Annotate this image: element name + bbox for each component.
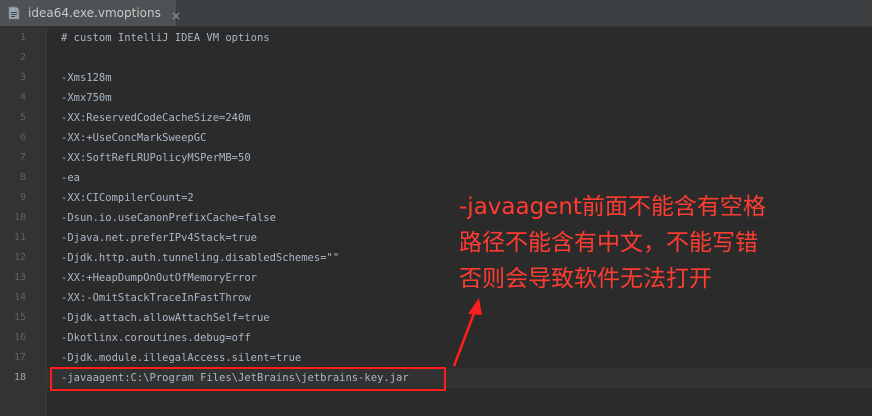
line-number: 1 — [19, 32, 26, 43]
annotation-line-1: -javaagent前面不能含有空格 — [459, 194, 766, 220]
line-number: 2 — [19, 52, 26, 63]
code-line[interactable]: -Djdk.attach.allowAttachSelf=true — [61, 311, 270, 325]
code-line[interactable]: -XX:-OmitStackTraceInFastThrow — [61, 291, 251, 305]
line-number: 3 — [19, 72, 26, 83]
code-line[interactable]: -Dkotlinx.coroutines.debug=off — [61, 331, 251, 345]
code-line[interactable]: # custom IntelliJ IDEA VM options — [61, 31, 270, 45]
line-number: 5 — [19, 112, 26, 123]
code-line[interactable]: -Djava.net.preferIPv4Stack=true — [61, 231, 257, 245]
code-line[interactable]: -Djdk.http.auth.tunneling.disabledScheme… — [61, 251, 339, 265]
line-number: 16 — [13, 332, 26, 343]
file-icon — [8, 6, 20, 20]
line-number: 17 — [13, 352, 26, 363]
code-line[interactable]: -ea — [61, 171, 80, 185]
tab-bar: idea64.exe.vmoptions — [0, 0, 872, 27]
line-number: 18 — [13, 372, 26, 383]
code-line[interactable]: -XX:+UseConcMarkSweepGC — [61, 131, 206, 145]
editor-window: idea64.exe.vmoptions -javaagent前面不能含有空格 … — [0, 0, 872, 416]
line-number: 12 — [13, 252, 26, 263]
line-number: 14 — [13, 292, 26, 303]
arrow-icon — [452, 298, 482, 367]
line-number: 7 — [19, 152, 26, 163]
tab-title: idea64.exe.vmoptions — [28, 6, 161, 20]
code-line[interactable]: -Xmx750m — [61, 91, 112, 105]
line-number: 15 — [13, 312, 26, 323]
gutter-separator — [46, 27, 47, 416]
code-line[interactable]: -XX:CICompilerCount=2 — [61, 191, 194, 205]
close-icon[interactable] — [171, 8, 181, 20]
line-number: 8 — [19, 172, 26, 183]
code-line[interactable]: -Xms128m — [61, 71, 112, 85]
code-line[interactable]: -XX:SoftRefLRUPolicyMSPerMB=50 — [61, 151, 251, 165]
annotation-line-2: 路径不能含有中文，不能写错 — [459, 230, 758, 256]
code-line[interactable]: -Dsun.io.useCanonPrefixCache=false — [61, 211, 276, 225]
line-number: 9 — [19, 192, 26, 203]
line-number: 13 — [13, 272, 26, 283]
line-number: 6 — [19, 132, 26, 143]
code-line[interactable]: -XX:ReservedCodeCacheSize=240m — [61, 111, 251, 125]
annotation-line-3: 否则会导致软件无法打开 — [459, 266, 712, 292]
code-line[interactable]: -javaagent:C:\Program Files\JetBrains\je… — [61, 371, 409, 385]
line-number: 11 — [13, 232, 26, 243]
line-number: 4 — [19, 92, 26, 103]
line-number: 10 — [13, 212, 26, 223]
tab-vmoptions-file[interactable]: idea64.exe.vmoptions — [0, 0, 180, 26]
code-line[interactable]: -XX:+HeapDumpOnOutOfMemoryError — [61, 271, 257, 285]
code-line[interactable]: -Djdk.module.illegalAccess.silent=true — [61, 351, 301, 365]
